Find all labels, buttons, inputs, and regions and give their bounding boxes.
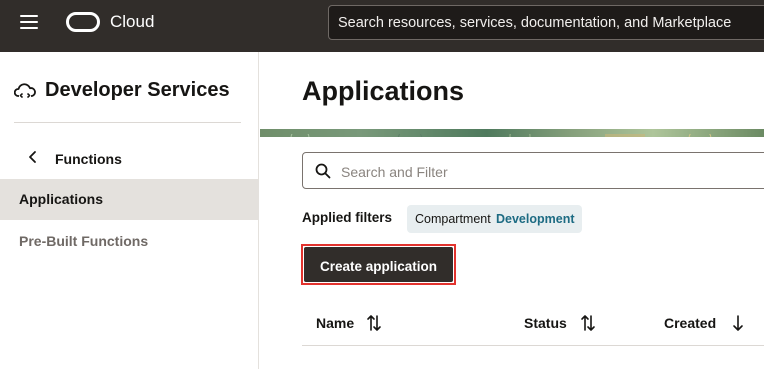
brand-label[interactable]: Cloud (110, 12, 154, 32)
sidebar-divider (14, 122, 241, 123)
decorative-banner (260, 129, 764, 137)
create-application-button[interactable]: Create application (301, 244, 456, 285)
global-search-input[interactable]: Search resources, services, documentatio… (328, 5, 764, 40)
sidebar-item-label: Pre-Built Functions (19, 233, 149, 249)
table-header-divider (302, 345, 764, 346)
column-header-name[interactable]: Name (316, 315, 354, 332)
global-search-placeholder: Search resources, services, documentatio… (338, 15, 732, 31)
page-title: Applications (302, 76, 465, 106)
search-and-filter-input[interactable]: Search and Filter (302, 152, 764, 189)
service-title: Developer Services (45, 79, 230, 101)
top-bar: Cloud Search resources, services, docume… (0, 0, 764, 52)
chip-key: Compartment (415, 212, 491, 226)
back-to-functions-link[interactable]: Functions (55, 151, 122, 168)
oracle-logo-icon[interactable] (66, 12, 100, 32)
sort-icon[interactable] (366, 314, 382, 332)
create-application-label: Create application (319, 259, 438, 274)
compartment-filter-chip[interactable]: Compartment Development (407, 205, 582, 233)
hamburger-menu-icon[interactable] (20, 14, 40, 30)
sort-icon[interactable] (580, 314, 596, 332)
sidebar-item-applications[interactable]: Applications (0, 179, 259, 220)
search-icon (315, 163, 331, 179)
banner-pattern-icon (290, 129, 712, 137)
sidebar-item-label: Applications (19, 191, 104, 207)
column-header-created[interactable]: Created (664, 315, 716, 332)
sort-descending-icon[interactable] (730, 314, 746, 332)
sidebar-item-pre-built-functions[interactable]: Pre-Built Functions (0, 221, 259, 262)
column-header-status[interactable]: Status (524, 315, 567, 332)
chip-value: Development (496, 212, 575, 226)
applied-filters-label: Applied filters (302, 210, 393, 225)
sidebar: Developer Services Functions Application… (0, 52, 259, 369)
filter-placeholder: Search and Filter (341, 164, 448, 180)
cloud-service-icon (14, 83, 36, 98)
chevron-left-icon[interactable] (26, 150, 40, 164)
